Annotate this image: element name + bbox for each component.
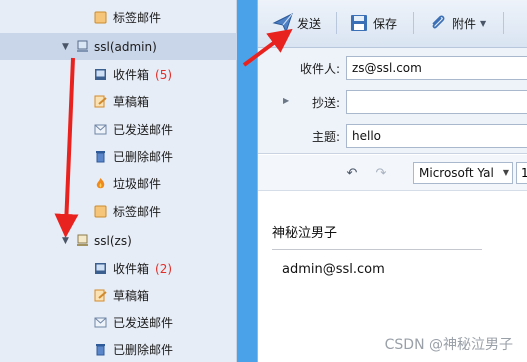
folder-label: 标签邮件 [113,205,162,219]
save-button[interactable]: 保存 [348,10,397,36]
folder-junk[interactable]: 垃圾邮件 [0,170,237,197]
attach-button[interactable]: 附件 ▼ [427,10,486,36]
account-ssl-admin[interactable]: ▼ ssl(admin) [0,33,237,60]
folder-label: 收件箱 [113,262,150,276]
folder-label: 已删除邮件 [113,150,174,164]
font-size-value: 1 [521,166,527,180]
background-gap [237,0,257,362]
folder-inbox[interactable]: 收件箱 (2) [0,255,237,282]
font-family-select[interactable]: Microsoft Yal ▼ [413,162,513,184]
tag-icon [93,205,107,219]
folder-sent[interactable]: 已发送邮件 [0,116,237,143]
account-server-icon [75,234,89,248]
signature-name: 神秘泣男子 [272,226,338,241]
folder-drafts[interactable]: 草稿箱 [0,88,237,115]
to-field[interactable]: zs@ssl.com [346,56,527,80]
send-button[interactable]: 发送 [272,10,321,36]
inbox-icon [93,262,107,276]
folder-label: 已发送邮件 [113,316,174,330]
unread-count: (2) [155,261,173,276]
mail-client-screenshot: 标签邮件 ▼ ssl(admin) 收件箱 (5) 草稿箱 已发送邮件 已删除邮… [0,0,527,362]
drafts-icon [93,289,107,303]
junk-icon [93,177,107,191]
chevron-down-icon[interactable]: ▼ [480,19,486,28]
folder-label: 草稿箱 [113,289,150,303]
inbox-icon [93,68,107,82]
to-row: 收件人: zs@ssl.com [258,54,527,82]
folder-sidebar: 标签邮件 ▼ ssl(admin) 收件箱 (5) 草稿箱 已发送邮件 已删除邮… [0,0,237,362]
trash-icon [93,150,107,164]
folder-label: 收件箱 [113,68,150,82]
subject-row: 主题: hello [258,122,527,150]
folder-deleted[interactable]: 已删除邮件 [0,143,237,170]
subject-field[interactable]: hello [346,124,527,148]
trash-icon [93,343,107,357]
collapse-triangle-icon[interactable]: ▼ [62,236,72,246]
toolbar-separator [503,12,504,34]
compose-window: 发送 保存 附件 ▼ 收件人: zs@ssl.com ▶ 抄送: 主题: hel… [257,0,527,362]
paperclip-icon [427,12,449,34]
folder-label: 垃圾邮件 [113,177,162,191]
folder-tag-top[interactable]: 标签邮件 [0,4,237,31]
undo-icon[interactable]: ↶ [344,165,360,181]
font-family-value: Microsoft Yal [419,166,494,180]
folder-deleted[interactable]: 已删除邮件 [0,336,237,362]
chevron-down-icon: ▼ [502,168,509,177]
cc-label: 抄送: [311,96,340,110]
subject-label: 主题: [311,130,340,144]
folder-drafts[interactable]: 草稿箱 [0,282,237,309]
sent-icon [93,123,107,137]
account-ssl-zs[interactable]: ▼ ssl(zs) [0,227,237,254]
tag-icon [93,11,107,25]
folder-label: 草稿箱 [113,95,150,109]
cc-row: ▶ 抄送: [258,88,527,116]
account-server-icon [75,40,89,54]
compose-toolbar: 发送 保存 附件 ▼ [258,0,527,48]
signature-email: admin@ssl.com [282,262,385,277]
to-label: 收件人: [299,62,340,76]
folder-inbox[interactable]: 收件箱 (5) [0,61,237,88]
account-name: ssl(admin) [94,39,157,54]
unread-count: (5) [155,67,173,82]
folder-label: 标签邮件 [113,11,162,25]
folder-tag[interactable]: 标签邮件 [0,198,237,225]
drafts-icon [93,95,107,109]
compose-header-fields: 收件人: zs@ssl.com ▶ 抄送: 主题: hello [258,48,527,154]
font-size-select[interactable]: 1 [516,162,527,184]
signature-divider [272,249,482,250]
paper-plane-icon [272,12,294,34]
folder-sent[interactable]: 已发送邮件 [0,309,237,336]
sent-icon [93,316,107,330]
attach-label: 附件 [452,16,477,31]
folder-label: 已发送邮件 [113,123,174,137]
send-label: 发送 [297,16,322,31]
collapse-triangle-icon[interactable]: ▼ [62,42,72,52]
toolbar-separator [336,12,337,34]
expand-triangle-icon[interactable]: ▶ [283,96,289,105]
toolbar-separator [413,12,414,34]
floppy-disk-icon [348,12,370,34]
format-toolbar: ↶ ↷ Microsoft Yal ▼ 1 [258,155,527,191]
save-label: 保存 [373,16,398,31]
redo-icon[interactable]: ↷ [373,165,389,181]
account-name: ssl(zs) [94,233,132,248]
cc-field[interactable] [346,90,527,114]
watermark: CSDN @神秘泣男子 [384,337,513,353]
folder-label: 已删除邮件 [113,343,174,357]
